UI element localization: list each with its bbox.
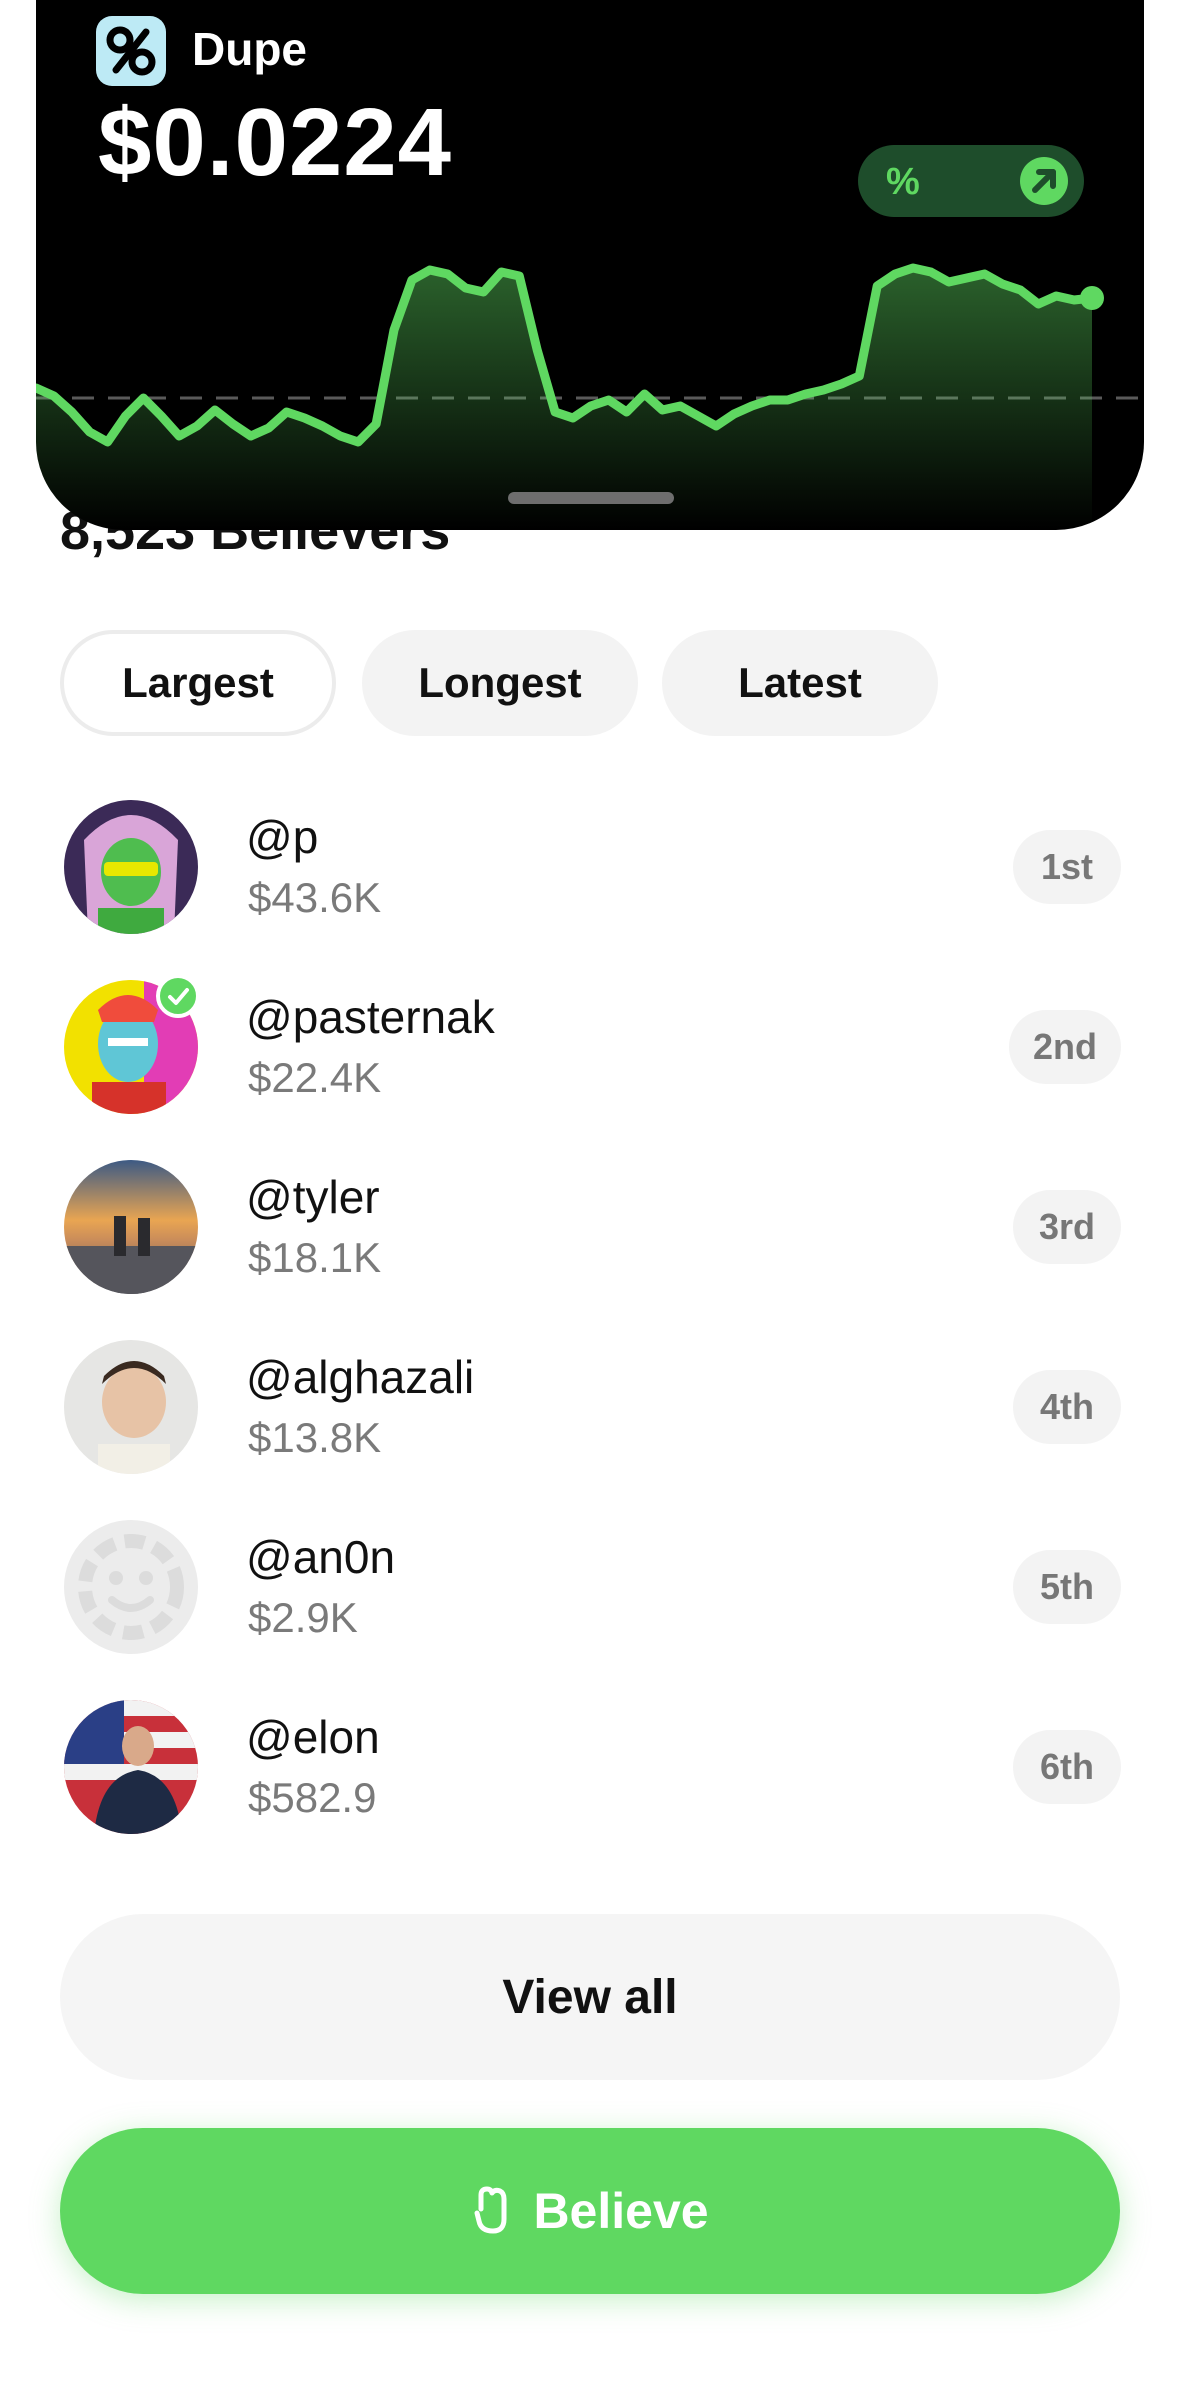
- holder-handle: @tyler: [246, 1171, 380, 1223]
- tab-longest[interactable]: Longest: [362, 630, 638, 736]
- holder-amount: $43.6K: [248, 874, 382, 921]
- rank-badge: 4th: [1013, 1370, 1121, 1444]
- believe-button[interactable]: Believe: [60, 2128, 1120, 2294]
- rank-badge: 3rd: [1013, 1190, 1121, 1264]
- price-chart: [36, 263, 1144, 530]
- view-all-button[interactable]: View all: [60, 1914, 1120, 2080]
- holder-row[interactable]: @an0n $2.9K 5th: [0, 1520, 1179, 1700]
- avatar: [64, 1700, 198, 1834]
- holder-row[interactable]: @alghazali $13.8K 4th: [0, 1340, 1179, 1520]
- rank-badge: 2nd: [1008, 1010, 1121, 1084]
- holder-handle: @elon: [246, 1711, 380, 1763]
- footer-ghost: [440, 2360, 740, 2396]
- holder-handle: @pasternak: [246, 991, 495, 1043]
- avatar: [64, 1340, 198, 1474]
- holder-amount: $22.4K: [248, 1054, 382, 1101]
- holder-amount: $18.1K: [248, 1234, 382, 1281]
- holder-handle: @p: [246, 811, 319, 863]
- sheet-grabber[interactable]: [508, 492, 674, 504]
- rank-badge: 6th: [1013, 1730, 1121, 1804]
- tab-latest[interactable]: Latest: [662, 630, 938, 736]
- token-header-card: Dupe $0.0224 %: [36, 0, 1144, 530]
- believe-label: Believe: [533, 2183, 709, 2239]
- holder-amount: $13.8K: [248, 1414, 382, 1461]
- holder-handle: @an0n: [246, 1531, 396, 1583]
- avatar: [64, 1160, 198, 1294]
- holder-row[interactable]: @pasternak $22.4K 2nd: [0, 974, 1179, 1160]
- holder-row[interactable]: @tyler $18.1K 3rd: [0, 1160, 1179, 1340]
- default-avatar-icon: [64, 1520, 198, 1654]
- holder-amount: $2.9K: [248, 1594, 358, 1641]
- holder-row[interactable]: @elon $582.9 6th: [0, 1700, 1179, 1880]
- rank-badge: 1st: [1013, 830, 1121, 904]
- tab-largest[interactable]: Largest: [60, 630, 336, 736]
- rank-badge: 5th: [1013, 1550, 1121, 1624]
- chart-end-dot: [1080, 286, 1104, 310]
- hand-icon: [471, 2185, 515, 2237]
- avatar: [64, 800, 198, 934]
- holder-handle: @alghazali: [246, 1351, 475, 1403]
- holder-amount: $582.9: [248, 1774, 377, 1821]
- holder-row[interactable]: @p $43.6K 1st: [0, 800, 1179, 980]
- verified-check-icon: [156, 974, 200, 1018]
